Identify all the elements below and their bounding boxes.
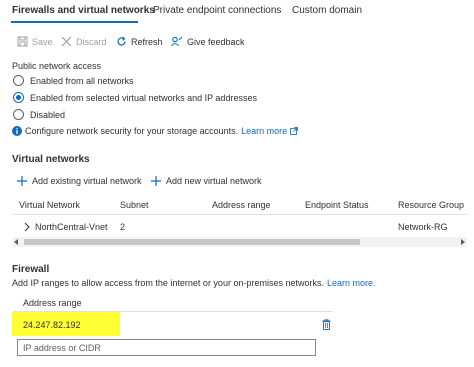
firewall-learn-more-link[interactable]: Learn more. bbox=[327, 278, 376, 288]
save-icon bbox=[17, 36, 28, 47]
close-icon bbox=[61, 36, 72, 47]
vnet-subnet-cell: 2 bbox=[120, 222, 126, 232]
save-button[interactable]: Save bbox=[17, 36, 53, 47]
discard-label: Discard bbox=[76, 36, 107, 47]
radio-enabled-selected-networks-label: Enabled from selected virtual networks a… bbox=[30, 93, 257, 103]
firewall-heading: Firewall bbox=[12, 264, 50, 275]
learn-more-link[interactable]: Learn more bbox=[241, 126, 287, 136]
public-network-access-label: Public network access bbox=[12, 61, 102, 71]
column-header-address-range[interactable]: Address range bbox=[212, 200, 271, 210]
firewall-description-text: Add IP ranges to allow access from the i… bbox=[12, 278, 324, 288]
add-existing-vnet-button[interactable]: Add existing virtual network bbox=[17, 176, 142, 186]
external-link-icon bbox=[290, 127, 299, 135]
radio-enabled-all-networks-label: Enabled from all networks bbox=[30, 76, 134, 86]
ip-address-input[interactable] bbox=[17, 339, 316, 356]
info-icon bbox=[12, 126, 22, 136]
column-header-virtual-network[interactable]: Virtual Network bbox=[19, 200, 80, 210]
tab-private-endpoint-connections[interactable]: Private endpoint connections bbox=[153, 5, 281, 16]
address-range-header: Address range bbox=[23, 298, 82, 308]
column-header-resource-group[interactable]: Resource Group bbox=[398, 200, 464, 210]
plus-icon bbox=[17, 176, 27, 186]
scrollbar-thumb[interactable] bbox=[24, 239, 360, 245]
delete-icon[interactable] bbox=[322, 319, 331, 330]
add-new-vnet-button[interactable]: Add new virtual network bbox=[151, 176, 262, 186]
vnet-name-cell: NorthCentral-Vnet bbox=[35, 222, 108, 232]
tab-bar: Firewalls and virtual networks Private e… bbox=[0, 0, 474, 26]
radio-disabled[interactable] bbox=[13, 109, 24, 120]
radio-enabled-selected-networks[interactable] bbox=[13, 92, 24, 103]
header-divider bbox=[13, 214, 467, 215]
firewall-description: Add IP ranges to allow access from the i… bbox=[12, 278, 376, 288]
info-message: Configure network security for your stor… bbox=[12, 126, 299, 136]
scroll-right-icon[interactable] bbox=[460, 239, 465, 245]
column-header-subnet[interactable]: Subnet bbox=[120, 200, 149, 210]
feedback-label: Give feedback bbox=[187, 36, 245, 47]
column-header-endpoint-status[interactable]: Endpoint Status bbox=[305, 200, 369, 210]
vnet-resource-group-cell: Network-RG bbox=[398, 222, 448, 232]
add-existing-vnet-label: Add existing virtual network bbox=[32, 176, 142, 186]
refresh-label: Refresh bbox=[131, 36, 163, 47]
save-label: Save bbox=[32, 36, 53, 47]
refresh-icon bbox=[116, 36, 127, 47]
plus-icon bbox=[151, 176, 161, 186]
radio-disabled-label: Disabled bbox=[30, 110, 66, 120]
info-text: Configure network security for your stor… bbox=[25, 126, 239, 136]
firewall-ip-entry: 24.247.82.192 bbox=[23, 320, 81, 330]
add-new-vnet-label: Add new virtual network bbox=[166, 176, 262, 186]
tab-custom-domain[interactable]: Custom domain bbox=[292, 5, 362, 16]
tab-firewalls-virtual-networks[interactable]: Firewalls and virtual networks bbox=[12, 5, 155, 16]
give-feedback-button[interactable]: Give feedback bbox=[171, 36, 245, 47]
feedback-icon bbox=[171, 36, 183, 47]
refresh-button[interactable]: Refresh bbox=[116, 36, 163, 47]
scroll-left-icon[interactable] bbox=[14, 239, 19, 245]
chevron-right-icon[interactable] bbox=[24, 222, 30, 232]
virtual-networks-heading: Virtual networks bbox=[12, 154, 90, 165]
radio-enabled-all-networks[interactable] bbox=[13, 75, 24, 86]
discard-button[interactable]: Discard bbox=[61, 36, 107, 47]
active-tab-indicator bbox=[11, 21, 138, 23]
